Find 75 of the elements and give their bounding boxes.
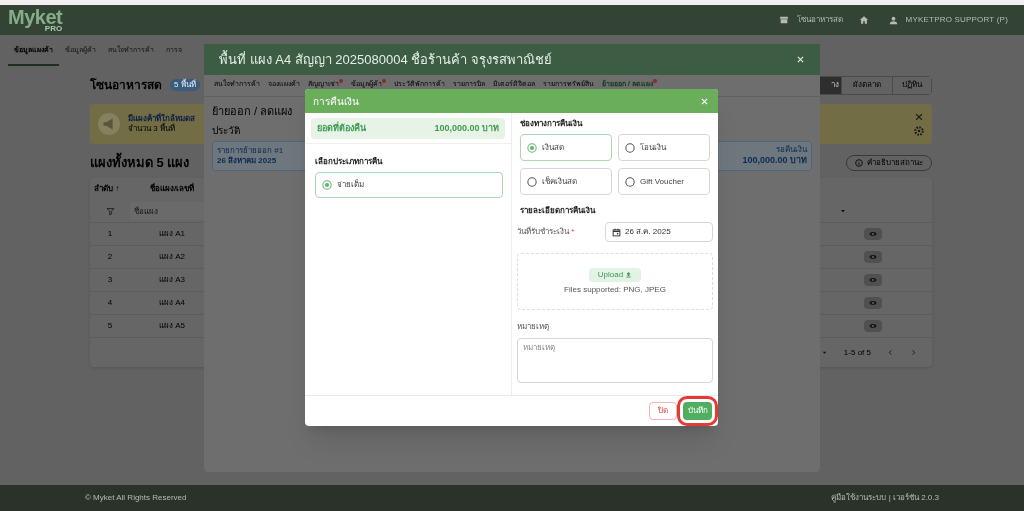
eye-icon <box>868 322 878 330</box>
history-label: ประวัติ <box>212 124 240 138</box>
filter-icon <box>105 206 115 216</box>
table-cell-text: 5 <box>106 320 114 332</box>
eye-icon <box>868 253 878 261</box>
date-field[interactable]: 26 ส.ค. 2025 <box>605 222 713 242</box>
amount-value: 100,000.00 บาท <box>434 121 499 135</box>
logo-subtext: PRO <box>44 25 63 33</box>
calendar-icon <box>612 227 621 237</box>
dialog-title: พื้นที่ แผง A4 สัญญา 2025080004 ชื่อร้านค้า จรุงรสพาณิชย์ <box>219 49 552 70</box>
upload-hint: Files supported: PNG, JPEG <box>564 283 666 296</box>
upload-icon <box>625 271 633 278</box>
gear-icon <box>914 126 924 136</box>
close-button[interactable]: ปิด <box>649 402 677 420</box>
store-icon <box>778 15 789 25</box>
user-menu[interactable]: MYKETPRO SUPPORT (P) <box>905 14 1008 26</box>
table-cell-text: แผง A4 <box>158 297 186 309</box>
chevron-left-icon <box>887 349 894 356</box>
pagination-range: 1-5 of 5 <box>843 346 871 359</box>
table-cell-text: 1 <box>106 228 114 240</box>
eye-icon <box>868 276 878 284</box>
dialog-title: การคืนเงิน <box>313 94 359 109</box>
footer-links[interactable]: คู่มือใช้งานระบบ | เวอร์ชัน 2.0.3 <box>831 492 939 504</box>
history-title: รายการย้ายออก #1 <box>217 146 284 156</box>
close-icon <box>796 55 805 64</box>
radio-option[interactable]: เช็คเงินสด <box>520 168 612 195</box>
close-icon <box>700 96 709 106</box>
view-button[interactable] <box>864 297 882 309</box>
upload-dropzone[interactable]: Upload Files supported: PNG, JPEG <box>517 253 713 310</box>
section-title: ย้ายออก / ลดแผง <box>212 104 293 119</box>
history-date: 26 สิงหาคม 2025 <box>217 156 277 166</box>
note-label: หมายเหตุ <box>517 321 549 333</box>
view-toggle[interactable]: ปฏิทิน <box>892 76 931 94</box>
table-cell-text: 4 <box>106 297 114 309</box>
radio-option[interactable]: โอนเงิน <box>618 134 710 161</box>
alert-title: มีแผงค้าที่ใกล้หมดส <box>128 114 195 123</box>
upload-button[interactable]: Upload <box>588 267 642 282</box>
history-status: รอคืนเงิน <box>776 145 807 156</box>
caret-icon <box>839 207 847 215</box>
details-label: รายละเอียดการคืนเงิน <box>520 205 595 217</box>
view-button[interactable] <box>864 274 882 286</box>
view-button[interactable] <box>864 320 882 332</box>
history-amount: 100,000.00 บาท <box>742 155 807 167</box>
channel-label: ช่องทางการคืนเงิน <box>520 118 582 130</box>
view-button[interactable] <box>864 228 882 240</box>
logo-text: Myket <box>8 7 63 27</box>
column-header[interactable]: ลำดับ ↑ <box>90 183 130 195</box>
radio-option[interactable]: จ่ายเต็ม <box>315 172 503 198</box>
user-icon <box>888 15 898 25</box>
table-cell-text: 2 <box>106 251 114 263</box>
close-button[interactable] <box>700 96 710 106</box>
view-button[interactable] <box>864 251 882 263</box>
section-title: แผงทั้งหมด 5 แผง <box>90 153 190 173</box>
date-label: วันที่รับชำระเงิน * <box>517 226 575 238</box>
table-cell-text: แผง A2 <box>158 251 186 263</box>
table-cell-text: แผง A5 <box>158 320 186 332</box>
chevron-right-icon <box>910 349 917 356</box>
eye-icon <box>868 230 878 238</box>
home-icon <box>858 15 869 25</box>
info-icon <box>855 159 863 167</box>
table-cell-text: แผง A1 <box>158 228 186 240</box>
count-badge: 5 พื้นที่ <box>170 79 200 91</box>
zone-link[interactable]: โซนอาหารสด <box>796 14 843 26</box>
radio-option[interactable]: Gift Voucher <box>618 168 710 195</box>
note-field[interactable]: หมายเหตุ <box>517 338 713 383</box>
page-title: โซนอาหารสด <box>90 77 162 94</box>
eye-icon <box>868 299 878 307</box>
amount-label: ยอดที่ต้องคืน <box>317 121 366 135</box>
table-cell-text: แผง A3 <box>158 274 186 286</box>
copyright-text: © Myket All Rights Reserved <box>85 492 187 504</box>
radio-option[interactable]: เงินสด <box>520 134 612 161</box>
table-cell-text: 3 <box>106 274 114 286</box>
type-label: เลือกประเภทการคืน <box>315 156 382 168</box>
megaphone-icon <box>98 113 120 135</box>
close-icon <box>914 112 924 122</box>
